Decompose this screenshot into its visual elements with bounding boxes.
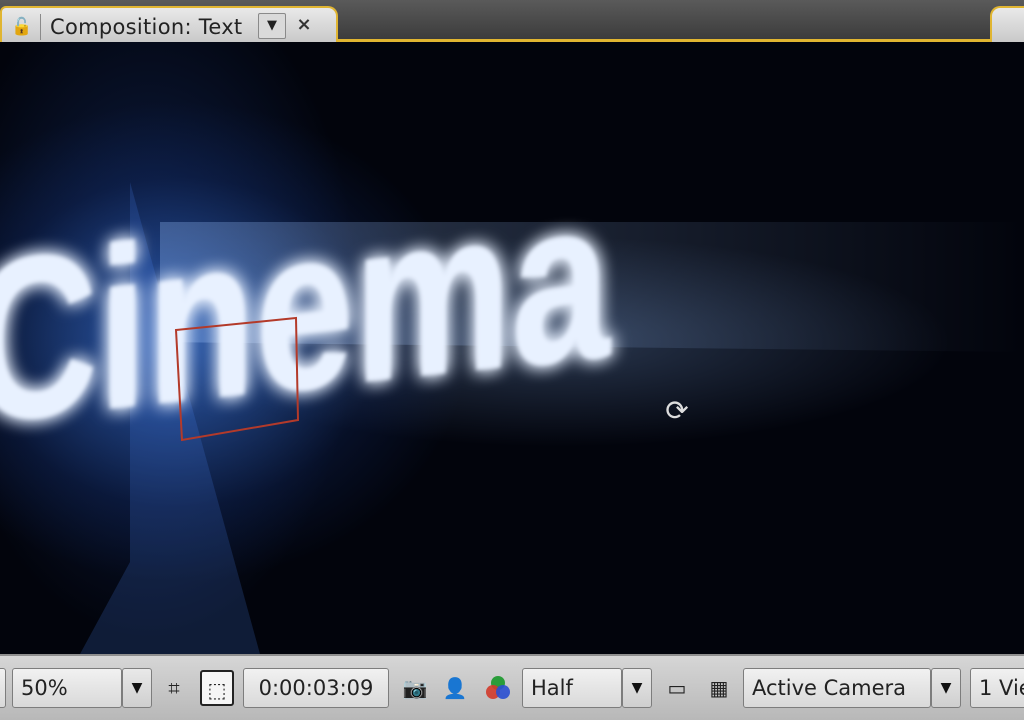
- camera-icon[interactable]: 📷: [398, 670, 432, 706]
- tab-title: Composition: Text: [50, 15, 243, 39]
- resolution-select[interactable]: Half: [522, 668, 622, 708]
- tab-divider: [40, 14, 41, 40]
- resolution-dropdown-arrow[interactable]: ▼: [622, 668, 652, 708]
- transparency-grid-icon[interactable]: ⬚: [200, 670, 234, 706]
- timecode-display[interactable]: 0:00:03:09: [243, 668, 389, 708]
- fast-preview-icon[interactable]: ▭: [660, 670, 694, 706]
- person-icon[interactable]: 👤: [438, 670, 472, 706]
- composition-viewer[interactable]: Cinema ⟳: [0, 42, 1024, 654]
- region-of-interest-icon[interactable]: ⌗: [157, 670, 191, 706]
- glowing-word: Cinema: [0, 147, 611, 472]
- adjacent-tab[interactable]: [990, 6, 1024, 42]
- viewer-toolbar: 50% ▼ ⌗ ⬚ 0:00:03:09 📷 👤 Half ▼ ▭ ▦ Acti…: [0, 654, 1024, 720]
- lock-icon[interactable]: 🔓: [8, 16, 36, 38]
- rgb-channels-glyph: [486, 676, 510, 699]
- magnification-select[interactable]: 50%: [12, 668, 122, 708]
- composition-tab[interactable]: 🔓 Composition: Text ▼ ×: [0, 6, 338, 42]
- view-select[interactable]: Active Camera: [743, 668, 931, 708]
- view-dropdown-arrow[interactable]: ▼: [931, 668, 961, 708]
- close-icon[interactable]: ×: [292, 12, 316, 38]
- orbit-camera-icon: ⟳: [665, 394, 689, 427]
- magnification-dropdown-arrow[interactable]: ▼: [122, 668, 152, 708]
- panel-tab-bar: 🔓 Composition: Text ▼ ×: [0, 0, 1024, 42]
- viewer-canvas: Cinema: [0, 147, 1024, 654]
- view-layout-select[interactable]: 1 View: [970, 668, 1024, 708]
- always-preview-toggle[interactable]: [0, 668, 6, 708]
- dropdown-arrow-icon[interactable]: ▼: [258, 13, 286, 39]
- checkerboard-icon[interactable]: ▦: [702, 670, 736, 706]
- rgb-channels-icon[interactable]: [481, 670, 515, 706]
